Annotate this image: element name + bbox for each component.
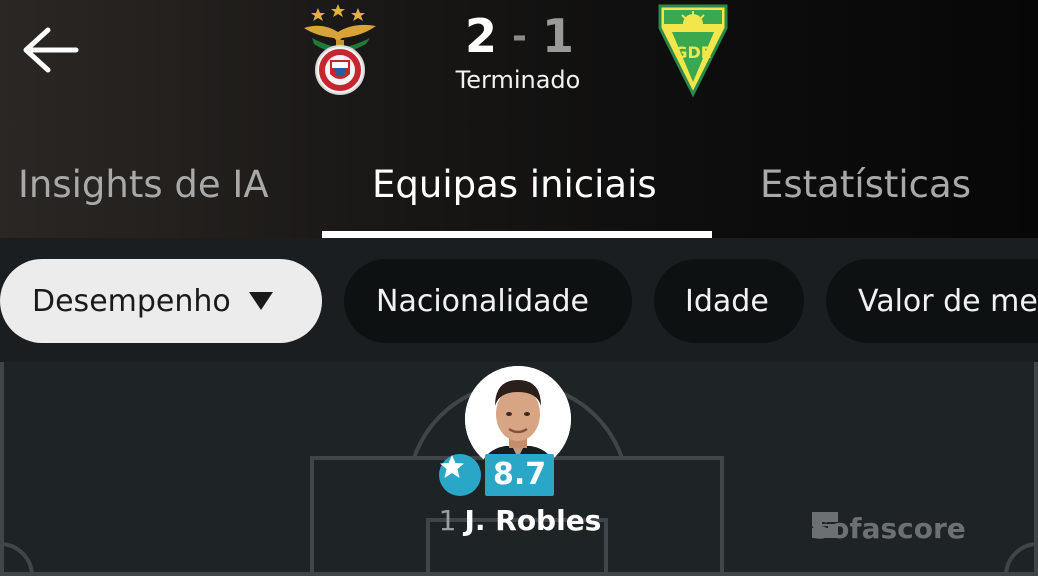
sofascore-watermark: Sofascore xyxy=(810,510,966,546)
svg-text:GDE: GDE xyxy=(674,43,711,62)
away-score: 1 xyxy=(541,9,575,63)
sofascore-logo-icon xyxy=(812,512,838,538)
match-status: Terminado xyxy=(455,66,581,94)
match-tabs: Insights de IA Equipas iniciais Estatíst… xyxy=(0,140,1038,240)
tab-insights[interactable]: Insights de IA xyxy=(18,150,269,220)
player-name: J. Robles xyxy=(464,504,602,537)
filter-chip-performance[interactable]: Desempenho xyxy=(0,259,322,343)
tab-lineups[interactable]: Equipas iniciais xyxy=(372,150,657,220)
scoreboard: 2 - 1 xyxy=(430,8,610,64)
active-tab-indicator xyxy=(322,231,712,238)
tab-statistics[interactable]: Estatísticas xyxy=(760,150,971,220)
filter-chip-label: Idade xyxy=(685,283,769,319)
lineup-pitch: 8.7 1 J. Robles Sofascore xyxy=(0,362,1038,576)
star-icon xyxy=(439,454,481,496)
rating-value: 8.7 xyxy=(485,454,555,496)
filter-chip-age[interactable]: Idade xyxy=(654,259,804,343)
filter-chip-label: Valor de mercado xyxy=(858,283,1038,319)
home-score: 2 xyxy=(465,9,499,63)
player-number: 1 xyxy=(438,504,457,537)
filter-chip-market-value[interactable]: Valor de mercado xyxy=(826,259,1038,343)
filter-chips: Desempenho Nacionalidade Idade Valor de … xyxy=(0,238,1038,362)
score-separator: - xyxy=(512,15,528,57)
filter-chip-label: Nacionalidade xyxy=(376,283,590,319)
estoril-crest-icon[interactable]: GDE xyxy=(656,2,730,98)
arrow-left-icon xyxy=(23,27,79,73)
player-rating: 8.7 xyxy=(439,454,555,496)
player-label[interactable]: 1 J. Robles xyxy=(380,504,660,537)
caret-down-icon xyxy=(248,292,273,310)
filter-chip-label: Desempenho xyxy=(32,283,231,319)
benfica-crest-icon[interactable] xyxy=(298,2,384,98)
back-button[interactable] xyxy=(18,20,82,80)
match-header: 2 - 1 Terminado GDE Insights de IA Equip… xyxy=(0,0,1038,238)
filter-chip-nationality[interactable]: Nacionalidade xyxy=(344,259,632,343)
